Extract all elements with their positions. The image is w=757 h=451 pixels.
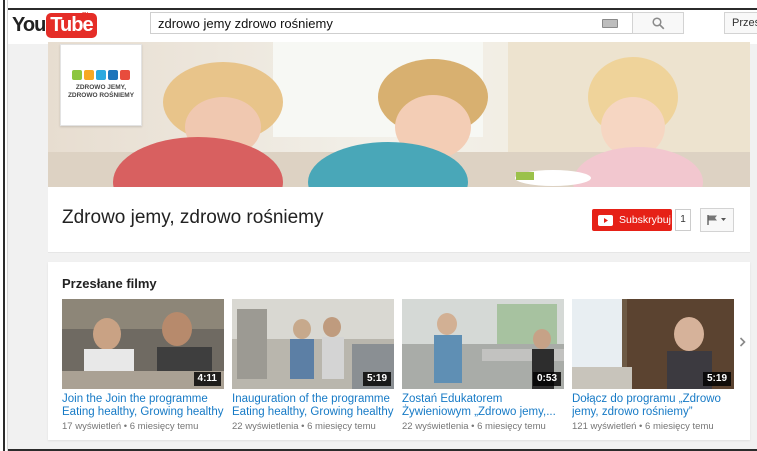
video-meta: 121 wyświetleń • 6 miesięcy temu [572,421,714,432]
video-duration: 5:19 [362,372,391,386]
subscribe-label: Subskrybuj [619,214,671,226]
tile-5 [120,70,130,80]
video-title[interactable]: Dołącz do programu „Zdrowo jemy, zdrowo … [572,393,734,419]
flag-icon [707,215,726,225]
video-card[interactable]: 0:53 Zostań Edukatorem Żywieniowym „Zdro… [402,299,564,432]
chevron-right-icon [739,337,746,347]
channel-header: Zdrowo jemy, zdrowo rośniemy Subskrybuj … [48,187,750,253]
video-meta: 22 wyświetlenia • 6 miesięcy temu [232,421,376,432]
tile-3 [96,70,106,80]
video-thumbnail[interactable]: 4:11 [62,299,224,389]
video-thumbnail[interactable]: 0:53 [402,299,564,389]
play-logo-icon [598,214,613,226]
channel-banner [48,42,750,187]
video-title[interactable]: Zostań Edukatorem Żywieniowym „Zdrowo je… [402,393,564,419]
search-query: zdrowo jemy zdrowo rośniemy [158,15,333,31]
video-thumbnail[interactable]: 5:19 [232,299,394,389]
channel-title[interactable]: Zdrowo jemy, zdrowo rośniemy [62,207,324,229]
flag-button[interactable] [700,208,734,232]
uploads-shelf: Przesłane filmy 4:11 Join the Join the p… [48,262,750,440]
video-meta: 17 wyświetleń • 6 miesięcy temu [62,421,199,432]
shelf-next-button[interactable] [736,332,748,352]
keyboard-icon[interactable] [602,18,618,28]
tile-2 [84,70,94,80]
video-card[interactable]: 4:11 Join the Join the programme Eating … [62,299,224,432]
video-duration: 4:11 [193,372,221,386]
video-duration: 5:19 [702,372,731,386]
shelf-title[interactable]: Przesłane filmy [62,276,157,291]
logo-you-text: You [12,13,46,36]
video-thumbnail[interactable]: 5:19 [572,299,734,389]
upload-button[interactable]: Prześlij [724,12,757,34]
tile-1 [72,70,82,80]
avatar-line-1: ZDROWO JEMY, [75,84,127,91]
video-title[interactable]: Inauguration of the programme Eating hea… [232,393,394,419]
search-button[interactable] [632,12,684,34]
video-meta: 22 wyświetlenia • 6 miesięcy temu [402,421,546,432]
video-title[interactable]: Join the Join the programme Eating healt… [62,393,224,419]
video-card[interactable]: 5:19 Inauguration of the programme Eatin… [232,299,394,432]
tile-4 [108,70,118,80]
video-duration: 0:53 [532,372,561,386]
banner-photo [48,42,750,187]
channel-avatar[interactable]: ZDROWO JEMY, ZDROWO ROŚNIEMY [60,44,142,126]
subscriber-count: 1 [675,209,691,231]
avatar-line-2: ZDROWO ROŚNIEMY [67,92,135,99]
search-icon [651,16,664,29]
search-input[interactable]: zdrowo jemy zdrowo rośniemy [150,12,632,34]
subscribe-button[interactable]: Subskrybuj [592,209,672,231]
avatar-tiles [72,70,130,80]
video-card[interactable]: 5:19 Dołącz do programu „Zdrowo jemy, zd… [572,299,734,432]
region-label: PL [82,12,91,19]
window-edge [0,0,8,451]
window-border [8,8,757,10]
